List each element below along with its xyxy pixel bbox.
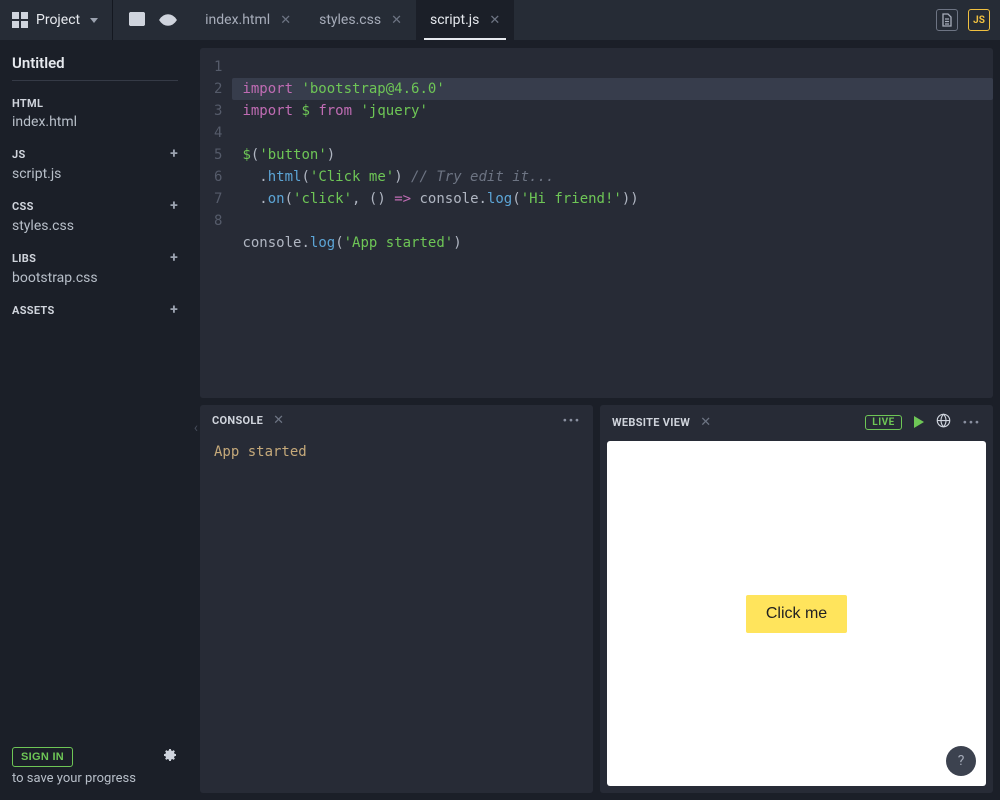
add-asset-button[interactable]: + bbox=[170, 302, 178, 318]
group-label: LIBS bbox=[12, 252, 36, 265]
apps-icon bbox=[12, 12, 28, 28]
add-js-button[interactable]: + bbox=[170, 146, 178, 162]
sign-in-button[interactable]: SIGN IN bbox=[12, 747, 73, 767]
close-icon[interactable]: ✕ bbox=[280, 13, 291, 28]
top-tab-bar: Project index.html ✕ styles.css ✕ script… bbox=[0, 0, 1000, 40]
tab-script-js[interactable]: script.js ✕ bbox=[416, 0, 514, 40]
group-label: CSS bbox=[12, 200, 34, 213]
tab-index-html[interactable]: index.html ✕ bbox=[191, 0, 305, 40]
more-icon[interactable]: ••• bbox=[563, 414, 581, 427]
project-title[interactable]: Untitled bbox=[12, 50, 178, 81]
top-right-icons: JS bbox=[926, 0, 1000, 40]
sidebar-item-styles-css[interactable]: styles.css bbox=[12, 216, 190, 240]
project-menu[interactable]: Project bbox=[0, 0, 110, 40]
save-progress-text: to save your progress bbox=[12, 771, 190, 790]
terminal-icon[interactable] bbox=[129, 11, 145, 30]
close-icon[interactable]: ✕ bbox=[700, 415, 711, 430]
tab-label: index.html bbox=[205, 12, 270, 28]
group-assets: ASSETS + bbox=[12, 292, 190, 320]
play-icon[interactable] bbox=[914, 416, 924, 428]
close-icon[interactable]: ✕ bbox=[391, 13, 402, 28]
website-view-panel: WEBSITE VIEW ✕ LIVE ••• Click me bbox=[600, 405, 993, 793]
globe-icon[interactable] bbox=[936, 413, 951, 431]
tab-label: styles.css bbox=[319, 12, 381, 28]
group-libs: LIBS + bbox=[12, 240, 190, 268]
file-js-icon[interactable]: JS bbox=[968, 9, 990, 31]
chevron-down-icon bbox=[90, 18, 98, 23]
help-button[interactable]: ? bbox=[946, 746, 976, 776]
code-editor[interactable]: 12345678 import 'bootstrap@4.6.0' import… bbox=[200, 48, 993, 398]
line-gutter: 12345678 bbox=[200, 48, 232, 398]
website-view-title: WEBSITE VIEW bbox=[612, 416, 690, 429]
project-menu-label: Project bbox=[36, 12, 80, 28]
eye-icon[interactable] bbox=[159, 11, 177, 30]
top-tool-icons bbox=[115, 0, 191, 40]
close-icon[interactable]: ✕ bbox=[489, 13, 500, 28]
gear-icon[interactable] bbox=[162, 747, 178, 767]
tab-styles-css[interactable]: styles.css ✕ bbox=[305, 0, 416, 40]
add-css-button[interactable]: + bbox=[170, 198, 178, 214]
console-output[interactable]: App started bbox=[200, 434, 593, 470]
sidebar-item-script-js[interactable]: script.js bbox=[12, 164, 190, 188]
group-label: HTML bbox=[12, 97, 43, 110]
more-icon[interactable]: ••• bbox=[963, 416, 981, 429]
live-badge[interactable]: LIVE bbox=[865, 415, 902, 430]
website-preview[interactable]: Click me bbox=[607, 441, 986, 786]
sidebar-item-bootstrap-css[interactable]: bootstrap.css bbox=[12, 268, 190, 292]
console-title: CONSOLE bbox=[212, 414, 263, 427]
group-html: HTML bbox=[12, 87, 190, 112]
file-doc-icon[interactable] bbox=[936, 9, 958, 31]
console-panel: CONSOLE ✕ ••• App started bbox=[200, 405, 593, 793]
code-content[interactable]: import 'bootstrap@4.6.0' import $ from '… bbox=[232, 48, 993, 398]
group-label: ASSETS bbox=[12, 304, 55, 317]
tab-label: script.js bbox=[430, 12, 479, 28]
group-js: JS + bbox=[12, 136, 190, 164]
sidebar: Untitled HTML index.html JS + script.js … bbox=[0, 40, 190, 800]
sidebar-resize-handle[interactable]: ‹ bbox=[194, 420, 198, 436]
add-lib-button[interactable]: + bbox=[170, 250, 178, 266]
sidebar-item-index-html[interactable]: index.html bbox=[12, 112, 190, 136]
preview-click-me-button[interactable]: Click me bbox=[746, 595, 847, 633]
editor-tabs: index.html ✕ styles.css ✕ script.js ✕ bbox=[191, 0, 926, 40]
group-label: JS bbox=[12, 148, 26, 161]
group-css: CSS + bbox=[12, 188, 190, 216]
close-icon[interactable]: ✕ bbox=[273, 413, 284, 428]
